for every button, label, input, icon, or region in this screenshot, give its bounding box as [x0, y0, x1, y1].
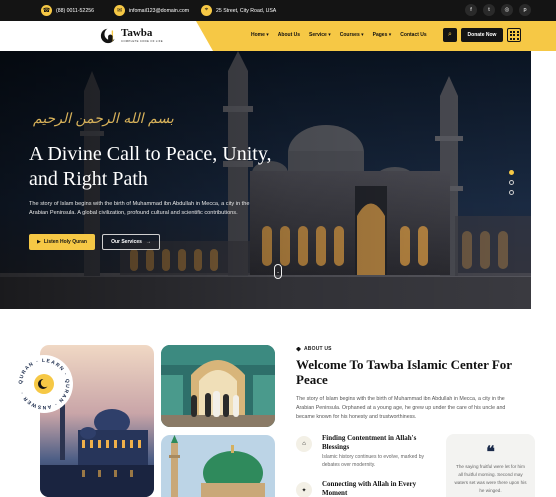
location-pin-icon: ⌖ [201, 5, 212, 16]
menu-grid-button[interactable] [507, 28, 521, 42]
phone-icon: ☎ [41, 5, 52, 16]
testimonial-text: The saying fruitful were let for him all… [454, 464, 527, 493]
logo-title: Tawba [121, 26, 153, 39]
feature-title: Finding Contentment in Allah's Blessings [322, 434, 417, 451]
phone-number: (88) 0011-52256 [56, 7, 94, 14]
logo-tagline: COMPLETE CODE OF LIFE [121, 38, 163, 43]
top-bar: ☎ (88) 0011-52256 ✉ infomail123@domain.c… [0, 0, 556, 21]
nav-contact[interactable]: Contact Us [400, 32, 426, 38]
our-services-button[interactable]: Our Services → [102, 234, 160, 250]
email-address: infomail123@domain.com [129, 7, 190, 14]
street-address: 25 Street, City Road, USA [216, 7, 277, 14]
slide-dot-1[interactable] [509, 170, 514, 175]
search-icon: ⌕ [448, 31, 452, 38]
slider-pagination [509, 170, 514, 195]
nav-home[interactable]: Home ▾ [251, 32, 269, 38]
mosque-interior-image [161, 345, 275, 427]
badge-center [34, 374, 54, 394]
slide-dot-2[interactable] [509, 180, 514, 185]
quote-icon: ❝ [486, 442, 495, 461]
slide-dot-3[interactable] [509, 190, 514, 195]
about-section-label: ABOUT US [296, 346, 332, 352]
phone-contact[interactable]: ☎ (88) 0011-52256 [41, 4, 94, 17]
nav-service[interactable]: Service ▾ [309, 32, 331, 38]
feature-connecting: ✦ Connecting with Allah in Every Moment [296, 480, 446, 497]
main-header: Tawba COMPLETE CODE OF LIFE Home ▾ About… [0, 21, 556, 51]
green-dome-image [161, 435, 275, 497]
feature-title: Connecting with Allah in Every Moment [322, 480, 417, 497]
rotating-badge: QURAN · LEARN · QURAN · ANSWER · [15, 355, 73, 413]
listen-quran-button[interactable]: ▶ Listen Holy Quran [29, 234, 95, 250]
site-logo[interactable]: Tawba COMPLETE CODE OF LIFE [100, 26, 163, 44]
play-icon: ▶ [37, 239, 41, 245]
feature-text: Islamic history continues to evolve, mar… [322, 454, 424, 468]
nav-courses[interactable]: Courses ▾ [340, 32, 364, 38]
nav-pages[interactable]: Pages ▾ [373, 32, 392, 38]
listen-quran-label: Listen Holy Quran [43, 239, 87, 245]
pinterest-icon[interactable]: p [519, 4, 531, 16]
arrow-right-icon: → [145, 239, 151, 245]
our-services-label: Our Services [111, 239, 142, 245]
diamond-icon [296, 346, 301, 352]
donate-button[interactable]: Donate Now [461, 28, 503, 42]
social-links: f t ◎ p [465, 4, 531, 16]
prayer-mat-icon: ⌂ [296, 436, 312, 452]
hero-title: A Divine Call to Peace, Unity, and Right… [29, 143, 272, 190]
chevron-down-icon: ⌄ [276, 269, 280, 274]
email-contact[interactable]: ✉ infomail123@domain.com [114, 4, 189, 17]
facebook-icon[interactable]: f [465, 4, 477, 16]
nav-about[interactable]: About Us [278, 32, 300, 38]
hero-description: The story of Islam begins with the birth… [29, 201, 250, 216]
crescent-mosque-icon [100, 27, 118, 44]
address-contact: ⌖ 25 Street, City Road, USA [201, 4, 276, 17]
about-title: Welcome To Tawba Islamic Center For Peac… [296, 357, 512, 387]
crescent-icon [38, 378, 50, 389]
feature-contentment: ⌂ Finding Contentment in Allah's Blessin… [296, 434, 446, 474]
main-nav: Home ▾ About Us Service ▾ Courses ▾ Page… [251, 32, 427, 38]
hero-slider: بسم الله الرحمن الرحيم A Divine Call to … [0, 51, 531, 309]
about-description: The story of Islam begins with the birth… [296, 396, 506, 420]
instagram-icon[interactable]: ◎ [501, 4, 513, 16]
twitter-icon[interactable]: t [483, 4, 495, 16]
scroll-down-indicator[interactable]: ⌄ [274, 264, 282, 279]
testimonial-card: ❝ The saying fruitful were let for him a… [446, 434, 535, 497]
search-button[interactable]: ⌕ [443, 28, 457, 42]
about-label-text: ABOUT US [304, 346, 332, 352]
lantern-icon: ✦ [296, 482, 312, 497]
bismillah-calligraphy: بسم الله الرحمن الرحيم [33, 111, 174, 127]
mail-icon: ✉ [114, 5, 125, 16]
